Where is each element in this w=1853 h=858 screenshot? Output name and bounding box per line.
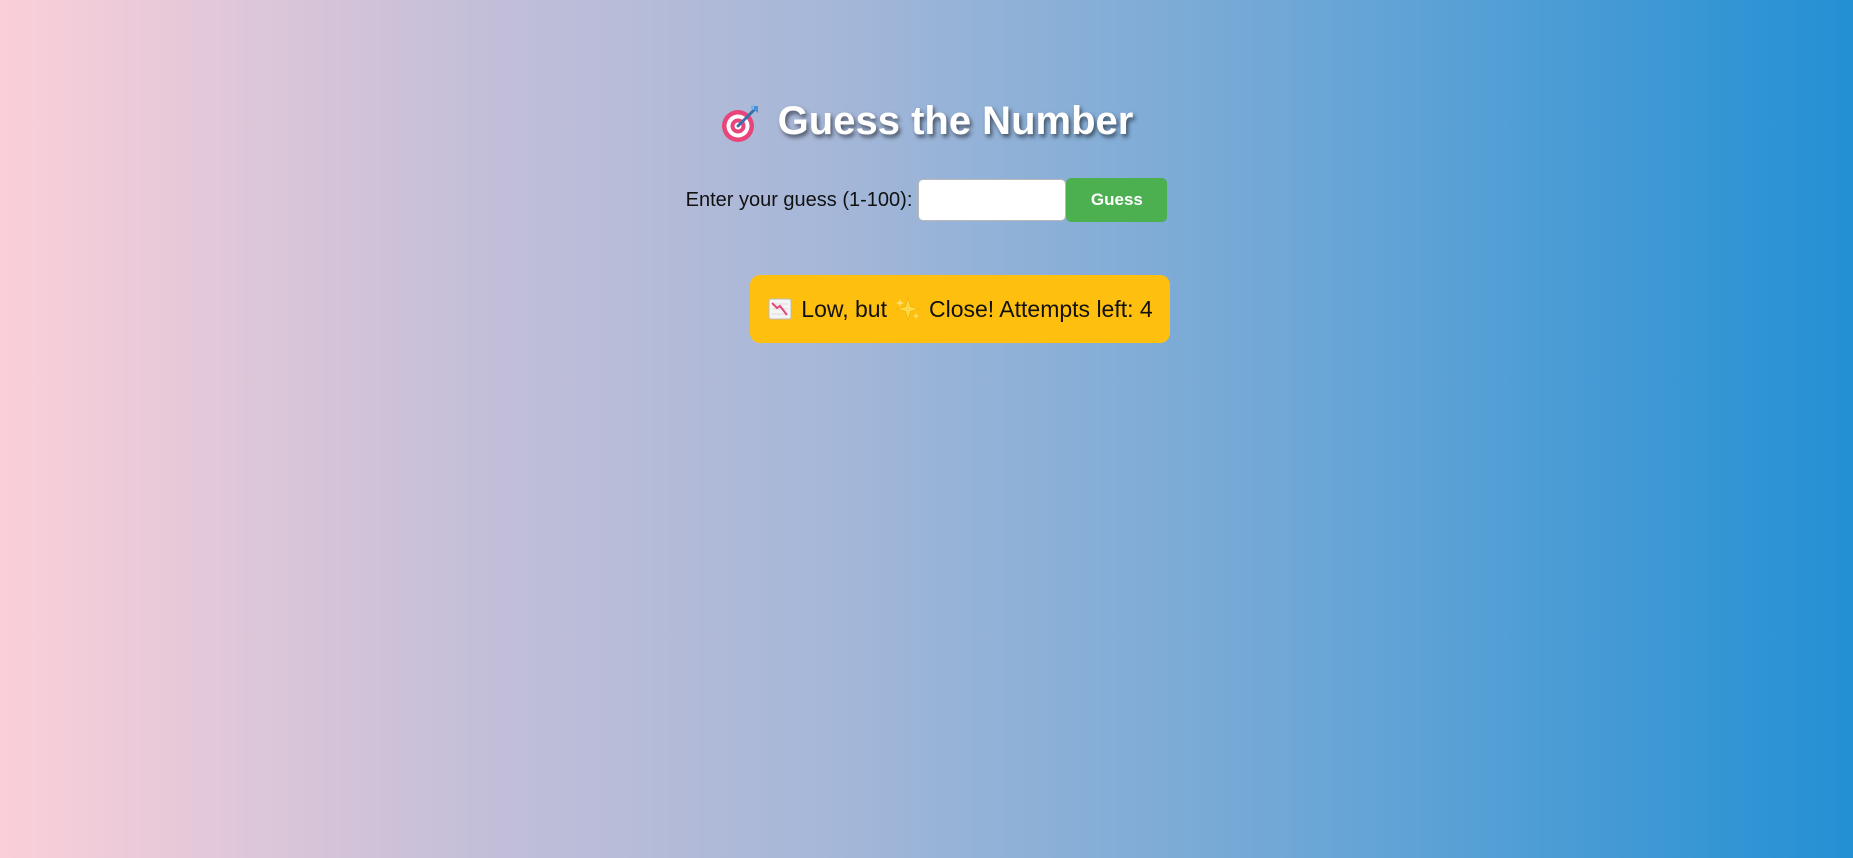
title-text: Guess the Number [777,99,1134,143]
page-title: Guess the Number [0,100,1853,142]
guess-label: Enter your guess (1-100): [685,188,913,211]
feedback-text-start: Low, but [801,295,887,322]
guess-input[interactable] [918,179,1067,221]
guess-form: Enter your guess (1-100): Guess [0,178,1853,222]
feedback-message: Low, but Close! Attempts left: 4 [750,275,1170,343]
sparkles-icon [895,296,921,322]
feedback-text-end: Close! Attempts left: 4 [928,295,1153,322]
chart-decreasing-icon [767,296,793,322]
guess-button[interactable]: Guess [1066,178,1168,222]
target-icon [720,102,762,144]
